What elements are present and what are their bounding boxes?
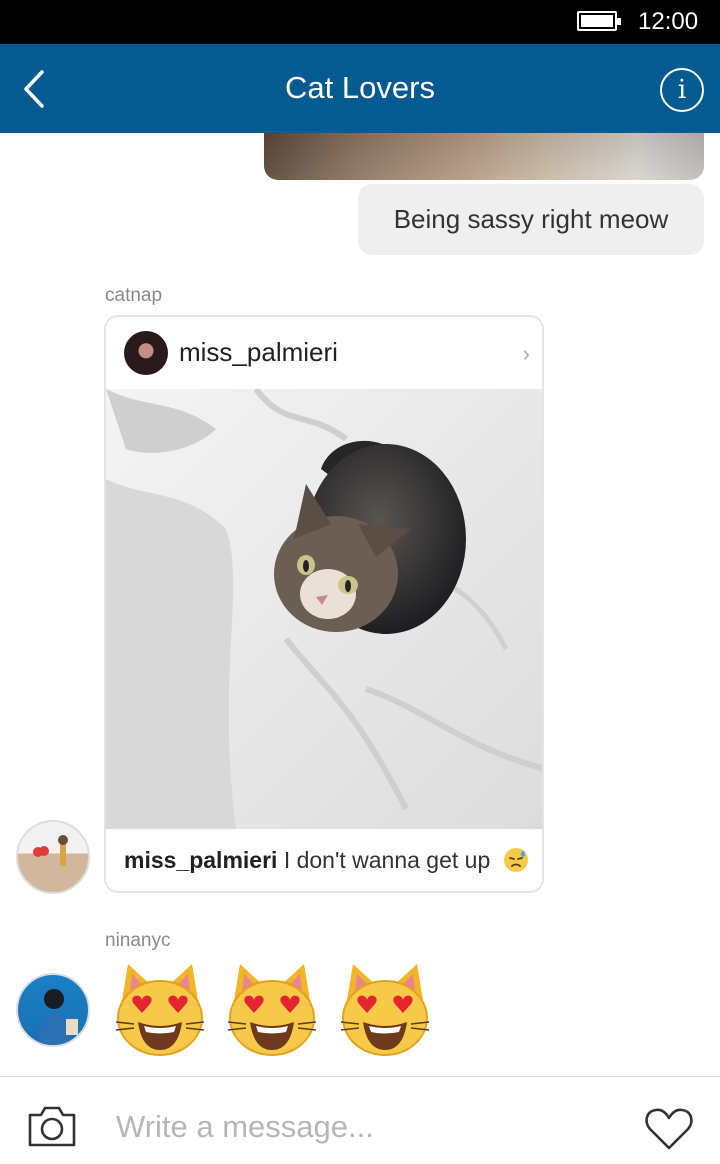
downcast-sweat-face-icon — [503, 848, 528, 872]
info-button[interactable]: i — [660, 68, 704, 112]
shared-photo-partial[interactable] — [264, 133, 704, 180]
avatar-photo — [33, 835, 68, 866]
post-author-avatar — [124, 331, 168, 375]
shared-post-card[interactable]: miss_palmieri › miss_palmieri I don't wa… — [104, 315, 544, 893]
info-icon: i — [677, 75, 687, 105]
message-composer — [0, 1076, 720, 1164]
chevron-right-icon: › — [522, 341, 530, 366]
chevron-left-icon — [24, 70, 44, 108]
smiling-cat-heart-eyes-icon — [115, 964, 205, 1056]
status-bar: 12:00 — [0, 0, 720, 44]
battery-icon — [577, 11, 621, 31]
clock: 12:00 — [638, 8, 699, 35]
caption-username: miss_palmieri — [124, 847, 278, 873]
camera-button[interactable] — [26, 1103, 78, 1149]
post-author-username: miss_palmieri — [179, 337, 338, 367]
chat-title: Cat Lovers — [285, 70, 435, 105]
post-header[interactable]: miss_palmieri › — [106, 317, 542, 389]
avatar-photo — [38, 989, 78, 1045]
emoji-message[interactable] — [110, 960, 450, 1060]
camera-icon — [28, 1106, 76, 1147]
caption-text: I don't wanna get up — [283, 847, 491, 873]
back-button[interactable] — [14, 64, 58, 114]
sender-name: ninanyc — [105, 930, 171, 951]
post-caption: miss_palmieri I don't wanna get up — [124, 847, 529, 874]
avatar[interactable] — [16, 973, 90, 1047]
like-button[interactable] — [644, 1107, 694, 1151]
message-input[interactable] — [116, 1107, 596, 1147]
avatar[interactable] — [16, 820, 90, 894]
post-photo[interactable] — [106, 389, 542, 829]
outgoing-message-bubble[interactable]: Being sassy right meow — [358, 184, 704, 255]
sender-name: catnap — [105, 285, 163, 306]
smiling-cat-heart-eyes-icon — [340, 964, 429, 1056]
smiling-cat-heart-eyes-icon — [228, 964, 317, 1056]
header-bar: Cat Lovers i — [0, 44, 720, 133]
cat-on-bed-photo — [106, 389, 542, 829]
heart-icon — [645, 1108, 693, 1150]
